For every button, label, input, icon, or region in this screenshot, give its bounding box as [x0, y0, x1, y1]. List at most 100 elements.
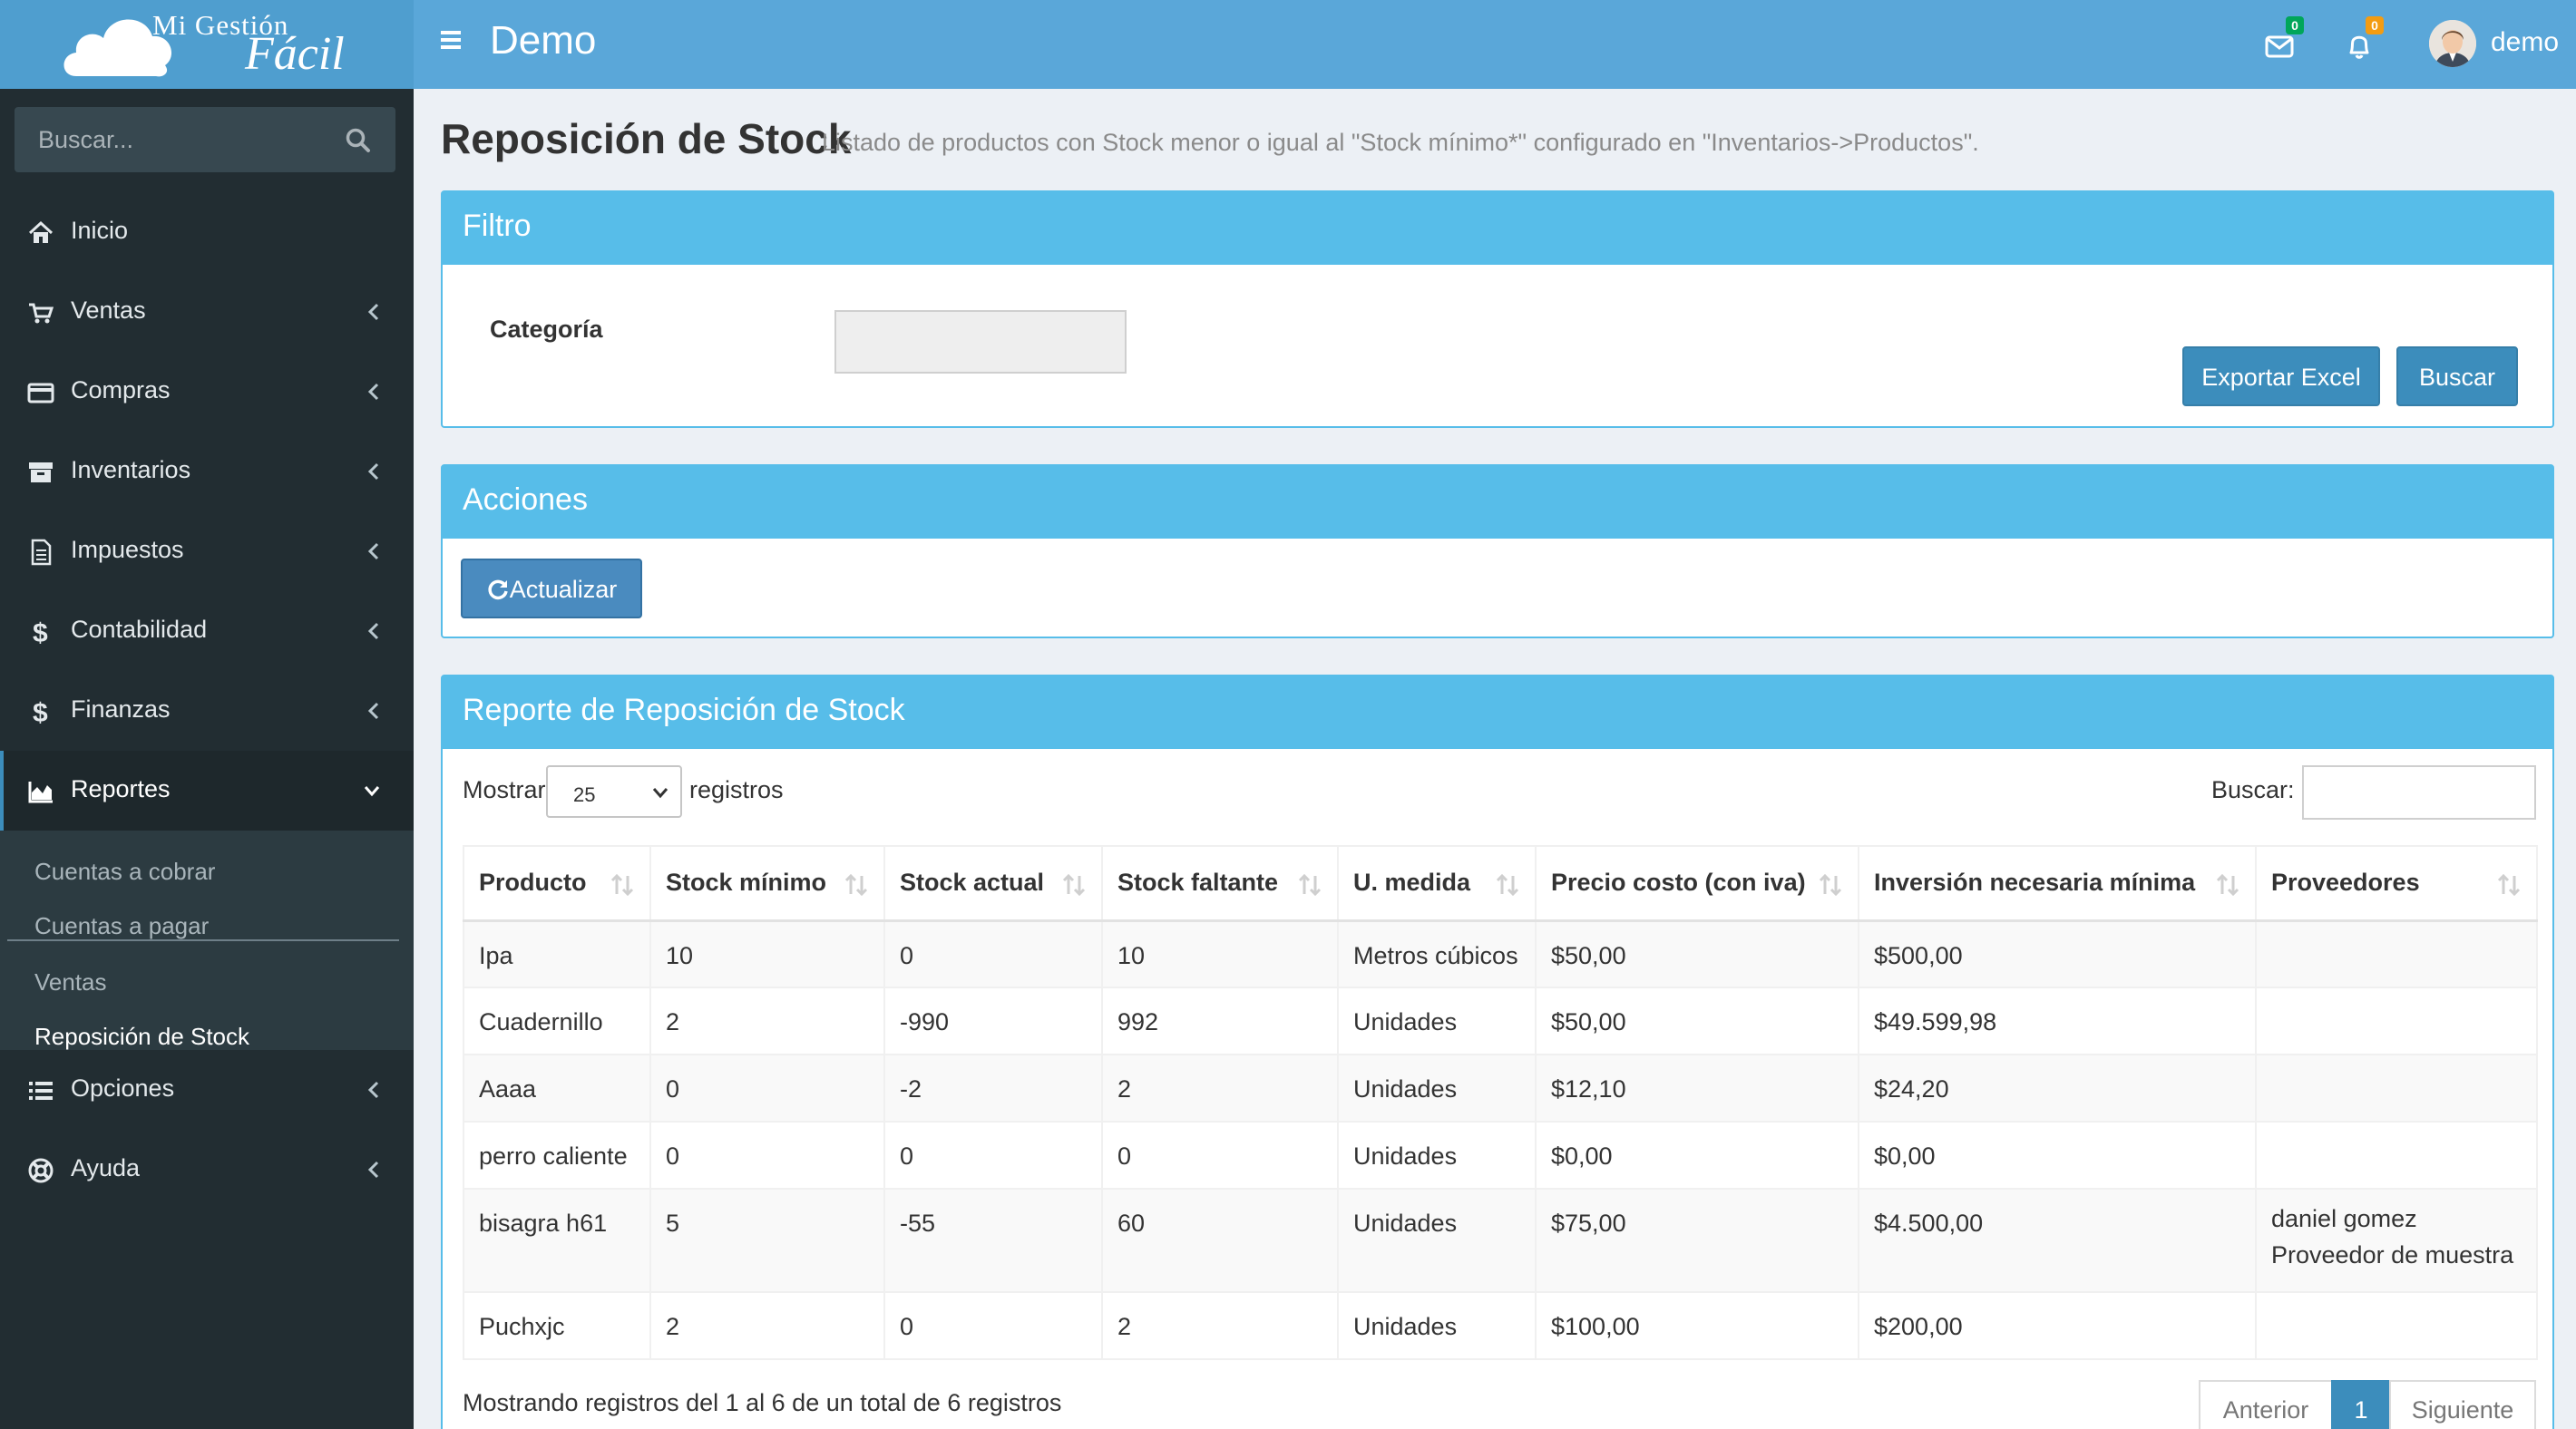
pagination-page-1[interactable]: 1	[2331, 1380, 2391, 1429]
sidebar-item-ayuda[interactable]: Ayuda	[0, 1130, 414, 1210]
chevron-left-icon	[367, 1081, 379, 1099]
cell-stock-faltante: 10	[1101, 919, 1339, 988]
cell-stock-minimo: 2	[649, 987, 885, 1055]
cell-stock-actual: -55	[883, 1188, 1103, 1293]
sidebar-item-compras[interactable]: Compras	[0, 352, 414, 432]
search-button[interactable]: Buscar	[2396, 346, 2518, 406]
credit-card-icon	[27, 383, 54, 403]
table-row: Ipa 10 0 10 Metros cúbicos $50,00 $500,0…	[463, 919, 2538, 988]
update-button-label: Actualizar	[509, 576, 618, 603]
column-header-label: Inversión necesaria mínima	[1874, 869, 2196, 897]
pagination-previous[interactable]: Anterior	[2199, 1380, 2333, 1429]
report-body: Mostrar 25 registros Buscar: Producto St…	[443, 749, 2552, 1429]
messages-button[interactable]: 0	[2260, 16, 2304, 65]
records-label: registros	[689, 776, 784, 803]
table-row: Puchxjc 2 0 2 Unidades $100,00 $200,00	[463, 1291, 2538, 1360]
update-button[interactable]: Actualizar	[461, 559, 642, 618]
category-label: Categoría	[490, 316, 603, 343]
cell-proveedores	[2255, 1121, 2538, 1190]
cell-stock-faltante: 2	[1101, 1054, 1339, 1123]
column-header-label: U. medida	[1353, 869, 1471, 897]
submenu-item-ventas[interactable]: Ventas	[34, 968, 107, 996]
logo[interactable]: Mi Gestión Fácil	[0, 0, 414, 89]
sidebar-item-label: Ayuda	[71, 1154, 141, 1181]
cell-inversion: $500,00	[1858, 919, 2257, 988]
cell-stock-faltante: 2	[1101, 1291, 1339, 1360]
sidebar-item-label: Inicio	[71, 217, 129, 244]
cell-unidad: Unidades	[1337, 1188, 1537, 1293]
sidebar-item-label: Finanzas	[71, 695, 171, 723]
cell-stock-minimo: 0	[649, 1054, 885, 1123]
table-search-input[interactable]	[2302, 765, 2536, 820]
life-ring-icon	[28, 1158, 54, 1183]
table-info: Mostrando registros del 1 al 6 de un tot…	[463, 1389, 1062, 1416]
column-header-stock-faltante[interactable]: Stock faltante	[1101, 845, 1339, 922]
username-label[interactable]: demo	[2491, 27, 2559, 58]
column-header-producto[interactable]: Producto	[463, 845, 651, 922]
submenu-item-reposicion-de-stock[interactable]: Reposición de Stock	[34, 1023, 249, 1051]
category-select[interactable]	[834, 310, 1127, 374]
cell-inversion: $200,00	[1858, 1291, 2257, 1360]
cell-proveedores	[2255, 919, 2538, 988]
sidebar-item-ventas[interactable]: Ventas	[0, 272, 414, 352]
cell-stock-actual: -2	[883, 1054, 1103, 1123]
actions-box: Acciones Actualizar	[441, 464, 2554, 638]
sort-icon	[1819, 873, 1842, 897]
table-row: Aaaa 0 -2 2 Unidades $12,10 $24,20	[463, 1054, 2538, 1123]
sidebar-item-inventarios[interactable]: Inventarios	[0, 432, 414, 511]
cell-stock-minimo: 5	[649, 1188, 885, 1293]
envelope-icon	[2265, 35, 2294, 58]
column-header-precio-costo[interactable]: Precio costo (con iva)	[1535, 845, 1859, 922]
cell-unidad: Unidades	[1337, 987, 1537, 1055]
cell-producto: Cuadernillo	[463, 987, 651, 1055]
page-title: Reposición de Stock	[441, 115, 852, 162]
column-header-inversion[interactable]: Inversión necesaria mínima	[1858, 845, 2257, 922]
export-excel-button[interactable]: Exportar Excel	[2182, 346, 2380, 406]
cell-stock-actual: 0	[883, 919, 1103, 988]
cell-stock-minimo: 10	[649, 919, 885, 988]
sidebar-item-impuestos[interactable]: Impuestos	[0, 511, 414, 591]
user-avatar[interactable]	[2429, 20, 2476, 67]
column-header-proveedores[interactable]: Proveedores	[2255, 845, 2538, 922]
column-header-stock-minimo[interactable]: Stock mínimo	[649, 845, 885, 922]
cell-stock-actual: 0	[883, 1121, 1103, 1190]
page-size-select[interactable]: 25	[546, 765, 682, 818]
sidebar-item-contabilidad[interactable]: $ Contabilidad	[0, 591, 414, 671]
column-header-stock-actual[interactable]: Stock actual	[883, 845, 1103, 922]
table-row: bisagra h61 5 -55 60 Unidades $75,00 $4.…	[463, 1188, 2538, 1293]
submenu-item-cuentas-a-cobrar[interactable]: Cuentas a cobrar	[34, 858, 215, 886]
table-search-label: Buscar:	[2211, 776, 2295, 803]
show-label: Mostrar	[463, 776, 546, 803]
cell-stock-faltante: 0	[1101, 1121, 1339, 1190]
cell-unidad: Unidades	[1337, 1054, 1537, 1123]
sidebar-item-label: Ventas	[71, 296, 146, 324]
cell-stock-minimo: 0	[649, 1121, 885, 1190]
archive-icon	[29, 462, 53, 482]
sort-icon	[1298, 873, 1322, 897]
column-header-unidad-medida[interactable]: U. medida	[1337, 845, 1537, 922]
sidebar-item-opciones[interactable]: Opciones	[0, 1050, 414, 1130]
search-icon[interactable]	[345, 127, 372, 154]
chevron-left-icon	[367, 462, 379, 481]
actions-box-header: Acciones	[443, 466, 2552, 539]
cell-proveedores	[2255, 1054, 2538, 1123]
notifications-button[interactable]: 0	[2340, 16, 2384, 65]
sidebar-item-finanzas[interactable]: $ Finanzas	[0, 671, 414, 751]
home-icon	[28, 220, 54, 243]
sidebar-toggle-button[interactable]	[441, 27, 475, 62]
hamburger-bar	[441, 45, 461, 49]
cell-producto: perro caliente	[463, 1121, 651, 1190]
svg-text:$: $	[33, 618, 48, 646]
submenu-item-cuentas-a-pagar[interactable]: Cuentas a pagar	[34, 912, 209, 940]
pagination-next[interactable]: Siguiente	[2389, 1380, 2536, 1429]
sidebar-item-inicio[interactable]: Inicio	[0, 192, 414, 272]
cell-producto: Ipa	[463, 919, 651, 988]
list-icon	[29, 1082, 53, 1100]
sidebar-search-input[interactable]	[15, 107, 341, 172]
cell-producto: Aaaa	[463, 1054, 651, 1123]
sort-icon	[844, 873, 868, 897]
cell-precio: $100,00	[1535, 1291, 1859, 1360]
sidebar-item-reportes[interactable]: Reportes	[0, 751, 414, 831]
cell-precio: $50,00	[1535, 919, 1859, 988]
cell-producto: bisagra h61	[463, 1188, 651, 1293]
